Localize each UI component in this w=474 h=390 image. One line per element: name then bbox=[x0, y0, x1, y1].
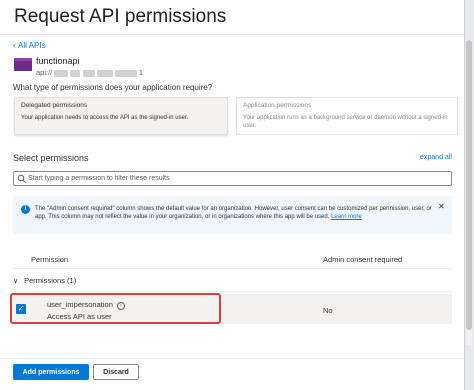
group-label: Permissions (1) bbox=[24, 276, 77, 285]
delegated-permissions-card[interactable]: Delegated permissions Your application n… bbox=[14, 97, 228, 135]
footer-divider bbox=[0, 358, 464, 359]
redacted-uri-block bbox=[96, 69, 113, 77]
info-banner-message: The "Admin consent required" column show… bbox=[35, 206, 432, 221]
api-name: functionapi bbox=[36, 56, 80, 66]
permissions-group-toggle[interactable]: ∨ Permissions (1) bbox=[13, 276, 76, 285]
permission-search-box[interactable] bbox=[13, 171, 452, 186]
redacted-uri-block bbox=[114, 69, 137, 77]
app-icon bbox=[14, 58, 32, 71]
back-link-label: All APIs bbox=[18, 41, 46, 50]
card-description: Your application needs to access the API… bbox=[21, 115, 189, 121]
group-divider bbox=[13, 291, 452, 292]
permission-type-question: What type of permissions does your appli… bbox=[13, 83, 213, 92]
discard-button[interactable]: Discard bbox=[93, 364, 139, 380]
api-uri: api:// 1 bbox=[36, 68, 143, 77]
scrollbar-thumb[interactable] bbox=[466, 40, 472, 330]
application-permissions-card[interactable]: Application permissions Your application… bbox=[236, 97, 458, 135]
close-icon[interactable]: ✕ bbox=[438, 202, 445, 211]
title-divider bbox=[0, 34, 464, 35]
column-header-admin-consent: Admin consent required bbox=[323, 255, 403, 264]
info-icon: i bbox=[21, 205, 30, 214]
page-title: Request API permissions bbox=[14, 6, 227, 27]
add-permissions-button[interactable]: Add permissions bbox=[13, 364, 89, 380]
api-uri-prefix: api:// bbox=[36, 68, 53, 77]
column-header-permission: Permission bbox=[31, 255, 69, 264]
learn-more-link[interactable]: Learn more bbox=[331, 214, 362, 220]
admin-consent-info-banner: i The "Admin consent required" column sh… bbox=[13, 196, 452, 234]
card-title: Delegated permissions bbox=[21, 102, 88, 109]
redacted-uri-block bbox=[82, 69, 95, 77]
admin-consent-value: No bbox=[323, 306, 333, 315]
search-icon bbox=[17, 174, 27, 184]
chevron-down-icon: ∨ bbox=[13, 278, 19, 285]
header-divider bbox=[13, 268, 452, 269]
redacted-uri-block bbox=[54, 69, 69, 77]
info-banner-text: The "Admin consent required" column show… bbox=[35, 205, 433, 222]
highlight-annotation bbox=[10, 293, 221, 324]
select-permissions-label: Select permissions bbox=[13, 153, 89, 163]
api-uri-suffix: 1 bbox=[138, 68, 143, 77]
chevron-left-icon: ‹ bbox=[13, 40, 16, 50]
search-input[interactable] bbox=[28, 173, 448, 184]
redacted-uri-block bbox=[70, 69, 81, 77]
card-title: Application permissions bbox=[243, 102, 312, 109]
card-description: Your application runs as a background se… bbox=[243, 115, 448, 129]
request-api-permissions-panel: Request API permissions ‹ All APIs functi… bbox=[0, 0, 474, 390]
back-to-all-apis-link[interactable]: ‹ All APIs bbox=[13, 40, 46, 50]
expand-all-link[interactable]: expand all bbox=[420, 154, 452, 161]
